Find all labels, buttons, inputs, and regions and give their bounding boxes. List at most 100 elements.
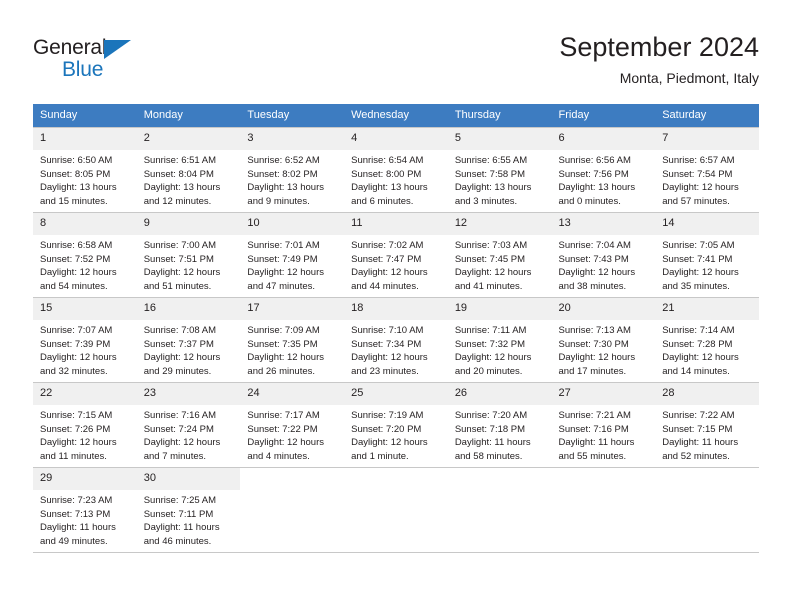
calendar-day-cell[interactable]: 15 Sunrise: 7:07 AM Sunset: 7:39 PM Dayligh… — [33, 297, 137, 383]
calendar-day-cell[interactable]: 20 Sunrise: 7:13 AM Sunset: 7:30 PM Dayligh… — [551, 297, 656, 383]
daylight-duration-line2: and 51 minutes. — [143, 280, 212, 292]
daylight-duration-line2: and 6 minutes. — [351, 195, 414, 207]
calendar-day-cell[interactable]: 4 Sunrise: 6:54 AM Sunset: 8:00 PM Daylight… — [344, 127, 448, 213]
day-details: Sunrise: 7:02 AM Sunset: 7:47 PM Daylight:… — [344, 235, 448, 293]
calendar-day-cell[interactable]: 11 Sunrise: 7:02 AM Sunset: 7:47 PM Dayligh… — [344, 212, 448, 298]
sunset-time: Sunset: 8:02 PM — [247, 168, 318, 180]
calendar-week-row: 8 Sunrise: 6:58 AM Sunset: 7:52 PM Daylight… — [33, 212, 759, 298]
daylight-duration-line1: Daylight: 12 hours — [662, 352, 739, 364]
day-number: 5 — [447, 128, 552, 150]
sunset-time: Sunset: 7:35 PM — [247, 338, 318, 350]
calendar-day-cell[interactable]: 3 Sunrise: 6:52 AM Sunset: 8:02 PM Daylight… — [240, 127, 345, 213]
sunrise-time: Sunrise: 6:51 AM — [143, 155, 217, 166]
daylight-duration-line2: and 32 minutes. — [40, 365, 108, 377]
day-number: 12 — [447, 213, 552, 235]
day-details: Sunrise: 7:23 AM Sunset: 7:13 PM Daylight:… — [33, 490, 137, 548]
calendar-week-row: 1 Sunrise: 6:50 AM Sunset: 8:05 PM Daylight… — [33, 127, 759, 213]
calendar-day-cell[interactable]: 18 Sunrise: 7:10 AM Sunset: 7:34 PM Dayligh… — [344, 297, 448, 383]
sunrise-time: Sunrise: 6:54 AM — [351, 155, 424, 166]
sunset-time: Sunset: 7:56 PM — [558, 168, 629, 180]
calendar-day-cell[interactable]: 17 Sunrise: 7:09 AM Sunset: 7:35 PM Dayligh… — [240, 297, 345, 383]
calendar-day-cell[interactable]: 21 Sunrise: 7:14 AM Sunset: 7:28 PM Dayligh… — [655, 297, 759, 383]
sunrise-time: Sunrise: 6:50 AM — [40, 155, 113, 166]
weekday-header-thursday: Thursday — [447, 104, 552, 128]
calendar-day-cell[interactable]: 6 Sunrise: 6:56 AM Sunset: 7:56 PM Daylight… — [551, 127, 656, 213]
calendar-day-cell[interactable]: 26 Sunrise: 7:20 AM Sunset: 7:18 PM Dayligh… — [447, 382, 552, 468]
sunrise-time: Sunrise: 7:14 AM — [662, 325, 735, 336]
day-number: 14 — [655, 213, 759, 235]
sunrise-time: Sunrise: 7:21 AM — [558, 410, 631, 421]
day-details: Sunrise: 6:51 AM Sunset: 8:04 PM Daylight:… — [137, 150, 241, 208]
daylight-duration-line2: and 17 minutes. — [558, 365, 627, 377]
calendar-day-cell-empty — [240, 467, 345, 553]
day-details: Sunrise: 6:57 AM Sunset: 7:54 PM Daylight:… — [655, 150, 759, 208]
sunrise-time: Sunrise: 6:55 AM — [454, 155, 528, 166]
day-details: Sunrise: 7:04 AM Sunset: 7:43 PM Daylight:… — [552, 235, 656, 293]
calendar-day-cell[interactable]: 30 Sunrise: 7:25 AM Sunset: 7:11 PM Dayligh… — [136, 467, 241, 553]
calendar-day-cell[interactable]: 13 Sunrise: 7:04 AM Sunset: 7:43 PM Dayligh… — [551, 212, 656, 298]
day-details: Sunrise: 7:20 AM Sunset: 7:18 PM Daylight:… — [448, 405, 552, 463]
day-number: 19 — [447, 298, 552, 320]
sunrise-time: Sunrise: 6:52 AM — [247, 155, 320, 166]
calendar-day-cell[interactable]: 22 Sunrise: 7:15 AM Sunset: 7:26 PM Dayligh… — [33, 382, 137, 468]
day-number: 28 — [655, 383, 759, 405]
sunset-time: Sunset: 7:32 PM — [454, 338, 526, 350]
sunrise-time: Sunrise: 7:15 AM — [40, 410, 113, 421]
calendar-day-cell[interactable]: 10 Sunrise: 7:01 AM Sunset: 7:49 PM Dayligh… — [240, 212, 345, 298]
calendar-day-cell[interactable]: 25 Sunrise: 7:19 AM Sunset: 7:20 PM Dayligh… — [344, 382, 448, 468]
calendar-day-cell[interactable]: 8 Sunrise: 6:58 AM Sunset: 7:52 PM Daylight… — [33, 212, 137, 298]
sunrise-time: Sunrise: 7:20 AM — [454, 410, 528, 421]
sunset-time: Sunset: 7:41 PM — [662, 253, 733, 265]
day-number: 17 — [240, 298, 345, 320]
daylight-duration-line1: Daylight: 12 hours — [454, 352, 532, 364]
day-details: Sunrise: 7:21 AM Sunset: 7:16 PM Daylight:… — [552, 405, 656, 463]
sunset-time: Sunset: 7:39 PM — [40, 338, 111, 350]
daylight-duration-line1: Daylight: 11 hours — [454, 437, 531, 449]
day-details: Sunrise: 7:14 AM Sunset: 7:28 PM Daylight:… — [655, 320, 759, 378]
calendar-day-cell[interactable]: 23 Sunrise: 7:16 AM Sunset: 7:24 PM Dayligh… — [136, 382, 241, 468]
weekday-header-tuesday: Tuesday — [240, 104, 345, 128]
calendar-day-cell[interactable]: 2 Sunrise: 6:51 AM Sunset: 8:04 PM Daylight… — [136, 127, 241, 213]
day-details: Sunrise: 6:52 AM Sunset: 8:02 PM Daylight:… — [240, 150, 344, 208]
day-details: Sunrise: 7:01 AM Sunset: 7:49 PM Daylight:… — [240, 235, 344, 293]
daylight-duration-line2: and 38 minutes. — [558, 280, 627, 292]
day-details: Sunrise: 7:16 AM Sunset: 7:24 PM Daylight:… — [137, 405, 241, 463]
calendar-day-cell[interactable]: 1 Sunrise: 6:50 AM Sunset: 8:05 PM Daylight… — [33, 127, 137, 213]
sunrise-time: Sunrise: 7:02 AM — [351, 240, 424, 251]
sunset-time: Sunset: 8:00 PM — [351, 168, 422, 180]
calendar-day-cell[interactable]: 7 Sunrise: 6:57 AM Sunset: 7:54 PM Daylight… — [655, 127, 759, 213]
calendar-day-cell[interactable]: 28 Sunrise: 7:22 AM Sunset: 7:15 PM Dayligh… — [655, 382, 759, 468]
sunrise-time: Sunrise: 6:56 AM — [558, 155, 631, 166]
daylight-duration-line2: and 23 minutes. — [351, 365, 419, 377]
sunset-time: Sunset: 7:22 PM — [247, 423, 318, 435]
calendar-day-cell[interactable]: 24 Sunrise: 7:17 AM Sunset: 7:22 PM Dayligh… — [240, 382, 345, 468]
calendar-day-cell[interactable]: 12 Sunrise: 7:03 AM Sunset: 7:45 PM Dayligh… — [447, 212, 552, 298]
sunset-time: Sunset: 7:24 PM — [143, 423, 214, 435]
sunrise-time: Sunrise: 7:04 AM — [558, 240, 631, 251]
daylight-duration-line1: Daylight: 12 hours — [558, 352, 636, 364]
calendar-day-cell[interactable]: 16 Sunrise: 7:08 AM Sunset: 7:37 PM Dayligh… — [136, 297, 241, 383]
calendar-day-cell[interactable]: 14 Sunrise: 7:05 AM Sunset: 7:41 PM Dayligh… — [655, 212, 759, 298]
sunset-time: Sunset: 7:26 PM — [40, 423, 111, 435]
daylight-duration-line2: and 7 minutes. — [143, 450, 207, 462]
sunrise-time: Sunrise: 7:05 AM — [662, 240, 735, 251]
sunrise-time: Sunrise: 6:57 AM — [662, 155, 735, 166]
sunrise-time: Sunrise: 7:00 AM — [143, 240, 217, 251]
sunrise-time: Sunrise: 7:17 AM — [247, 410, 320, 421]
sunrise-time: Sunrise: 7:09 AM — [247, 325, 320, 336]
calendar-day-cell[interactable]: 19 Sunrise: 7:11 AM Sunset: 7:32 PM Dayligh… — [447, 297, 552, 383]
calendar-day-cell[interactable]: 29 Sunrise: 7:23 AM Sunset: 7:13 PM Dayligh… — [33, 467, 137, 553]
day-number: 27 — [551, 383, 656, 405]
calendar-day-cell[interactable]: 5 Sunrise: 6:55 AM Sunset: 7:58 PM Daylight… — [447, 127, 552, 213]
calendar-day-cell[interactable]: 27 Sunrise: 7:21 AM Sunset: 7:16 PM Dayligh… — [551, 382, 656, 468]
generalblue-logo[interactable]: General Blue — [33, 36, 183, 84]
day-number — [655, 468, 759, 490]
logo-text-blue: Blue — [62, 58, 104, 81]
calendar-day-cell[interactable]: 9 Sunrise: 7:00 AM Sunset: 7:51 PM Daylight… — [136, 212, 241, 298]
day-number: 1 — [33, 128, 137, 150]
sunset-time: Sunset: 7:49 PM — [247, 253, 318, 265]
day-number: 20 — [551, 298, 656, 320]
sunrise-time: Sunrise: 7:19 AM — [351, 410, 424, 421]
day-number: 13 — [551, 213, 656, 235]
page-subtitle: Monta, Piedmont, Italy — [619, 70, 759, 86]
